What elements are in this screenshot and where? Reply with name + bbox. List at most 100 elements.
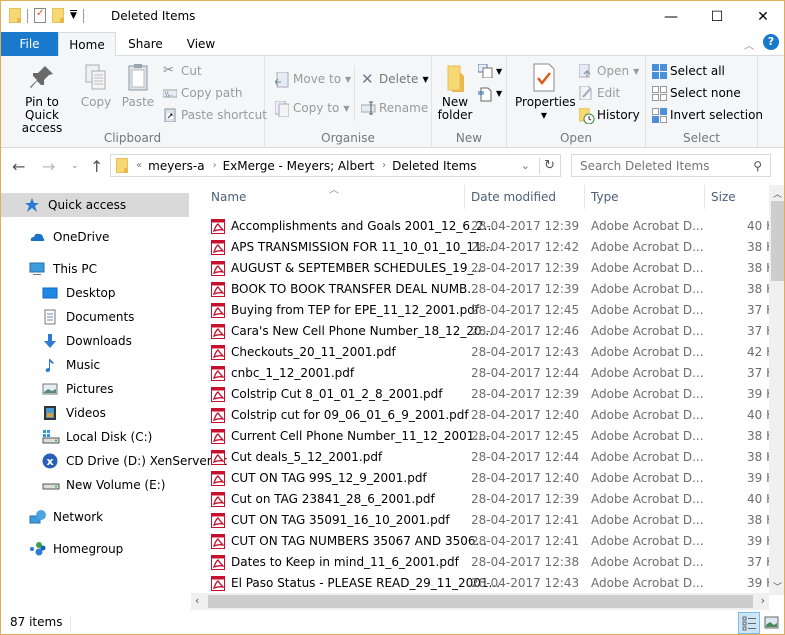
file-row[interactable]: Accomplishments and Goals 2001_12_6_2...… bbox=[191, 216, 774, 237]
column-header-size[interactable]: Size bbox=[711, 190, 736, 204]
column-separator[interactable] bbox=[464, 185, 465, 209]
back-arrow-icon[interactable]: ← bbox=[12, 157, 25, 176]
details-view-button[interactable] bbox=[738, 612, 760, 634]
scroll-down-arrow-icon[interactable]: ﹀ bbox=[773, 580, 782, 593]
refresh-icon[interactable]: ↻ bbox=[544, 158, 555, 173]
select-none-button[interactable]: Select none bbox=[652, 84, 741, 102]
file-row[interactable]: cnbc_1_12_2001.pdf 28-04-2017 12:44 Adobe … bbox=[191, 363, 774, 384]
minimize-button[interactable]: — bbox=[648, 1, 694, 32]
properties-dropdown-icon[interactable]: ▼ bbox=[515, 109, 573, 122]
paste-shortcut-button[interactable]: Paste shortcut bbox=[163, 106, 267, 124]
horizontal-scrollbar[interactable]: ‹ › bbox=[191, 593, 769, 610]
sidebar-item-documents[interactable]: Documents bbox=[1, 305, 191, 329]
copy-path-button[interactable]: \\.. Copy path bbox=[162, 84, 243, 102]
sidebar-item-videos[interactable]: Videos bbox=[1, 401, 191, 425]
file-row[interactable]: Checkouts_20_11_2001.pdf 28-04-2017 12:43… bbox=[191, 342, 774, 363]
invert-selection-button[interactable]: Invert selection bbox=[652, 106, 763, 124]
history-button[interactable]: History bbox=[578, 106, 640, 125]
edit-button[interactable]: Edit bbox=[579, 84, 620, 102]
sidebar-item-local-disk-c[interactable]: Local Disk (C:) bbox=[1, 425, 191, 449]
new-folder-button[interactable]: New folder bbox=[436, 62, 474, 122]
move-to-button[interactable]: Move to ▼ bbox=[274, 70, 351, 88]
file-row[interactable]: Cut on TAG 23841_28_6_2001.pdf 28-04-2017… bbox=[191, 489, 774, 510]
maximize-button[interactable]: ☐ bbox=[694, 1, 740, 32]
sidebar-item-cd-drive-d-xenserver-tc[interactable]: x CD Drive (D:) XenServer Tc bbox=[1, 449, 227, 473]
copy-to-button[interactable]: Copy to ▼ bbox=[274, 99, 349, 118]
scroll-right-arrow-icon[interactable]: › bbox=[761, 594, 765, 607]
sidebar-item-new-volume-e[interactable]: New Volume (E:) bbox=[1, 473, 191, 497]
file-row[interactable]: CUT ON TAG 99S_12_9_2001.pdf 28-04-2017 1… bbox=[191, 468, 774, 489]
search-input[interactable] bbox=[580, 158, 750, 173]
help-icon[interactable]: ? bbox=[763, 34, 779, 50]
file-row[interactable]: Buying from TEP for EPE_11_12_2001.pdf 28… bbox=[191, 300, 774, 321]
tab-view[interactable]: View bbox=[177, 32, 225, 56]
scroll-left-arrow-icon[interactable]: ‹ bbox=[195, 594, 199, 607]
properties-button[interactable]: Properties ▼ bbox=[515, 62, 576, 122]
file-row[interactable]: CUT ON TAG 35091_16_10_2001.pdf 28-04-201… bbox=[191, 510, 774, 531]
tab-home[interactable]: Home bbox=[58, 32, 116, 57]
paste-button[interactable]: Paste bbox=[119, 62, 157, 109]
file-row[interactable]: Colstrip cut for 09_06_01_6_9_2001.pdf 28… bbox=[191, 405, 774, 426]
file-row[interactable]: Colstrip Cut 8_01_01_2_8_2001.pdf 28-04-2… bbox=[191, 384, 774, 405]
breadcrumb-exmerge[interactable]: ExMerge - Meyers; Albert bbox=[223, 159, 375, 173]
sidebar-item-homegroup[interactable]: Homegroup bbox=[1, 537, 191, 561]
easy-access-button[interactable]: ▼ bbox=[478, 84, 502, 102]
file-row[interactable]: Cara's New Cell Phone Number_18_12_20...… bbox=[191, 321, 774, 342]
sidebar-item-downloads[interactable]: Downloads bbox=[1, 329, 191, 353]
sidebar-item-quick-access[interactable]: Quick access bbox=[1, 193, 189, 217]
customize-toolbar-dropdown-icon[interactable]: ▼ bbox=[70, 10, 77, 21]
delete-button[interactable]: ✕ Delete ▼ bbox=[361, 70, 429, 88]
forward-arrow-icon[interactable]: → bbox=[42, 157, 55, 176]
breadcrumb-overflow[interactable]: « bbox=[136, 160, 142, 171]
copy-button[interactable]: Copy bbox=[79, 62, 113, 109]
column-header-name[interactable]: Name bbox=[211, 190, 246, 204]
column-header-type[interactable]: Type bbox=[591, 190, 619, 204]
up-arrow-icon[interactable]: ↑ bbox=[90, 157, 103, 176]
file-row[interactable]: AUGUST & SEPTEMBER SCHEDULES_19_... 28-04… bbox=[191, 258, 774, 279]
search-box[interactable]: ⚲ bbox=[571, 154, 771, 177]
breadcrumb-separator-icon[interactable]: › bbox=[213, 160, 217, 171]
sidebar-item-this-pc[interactable]: This PC bbox=[1, 257, 191, 281]
file-row[interactable]: Current Cell Phone Number_11_12_2001....… bbox=[191, 426, 774, 447]
new-item-button[interactable]: ▼ bbox=[477, 62, 502, 80]
file-row[interactable]: El Paso Status - PLEASE READ_29_11_2001.… bbox=[191, 573, 774, 594]
breadcrumb-deleted-items[interactable]: Deleted Items bbox=[392, 159, 476, 173]
open-button[interactable]: Open ▼ bbox=[578, 62, 639, 80]
sidebar-item-music[interactable]: Music bbox=[1, 353, 191, 377]
pin-to-quick-access-button[interactable]: Pin to Quick access bbox=[7, 62, 77, 135]
breadcrumb-meyers-a[interactable]: meyers-a bbox=[148, 159, 204, 173]
vertical-scrollbar[interactable]: ︿ ﹀ bbox=[769, 185, 784, 595]
search-icon[interactable]: ⚲ bbox=[753, 159, 762, 173]
file-date-modified: 28-04-2017 12:41 bbox=[471, 513, 580, 527]
tab-file[interactable]: File bbox=[1, 32, 58, 56]
select-all-button[interactable]: Select all bbox=[652, 62, 725, 80]
file-row[interactable]: BOOK TO BOOK TRANSFER DEAL NUMB... 28-04-… bbox=[191, 279, 774, 300]
sidebar-item-onedrive[interactable]: OneDrive bbox=[1, 225, 191, 249]
column-separator[interactable] bbox=[704, 185, 705, 209]
cut-button[interactable]: ✂ Cut bbox=[163, 62, 202, 80]
file-row[interactable]: Dates to Keep in mind_11_6_2001.pdf 28-04… bbox=[191, 552, 774, 573]
minimize-ribbon-chevron-icon[interactable]: ︿ bbox=[744, 37, 754, 52]
address-dropdown-chevron-icon[interactable]: ⌄ bbox=[521, 159, 530, 172]
sidebar-item-network[interactable]: Network bbox=[1, 505, 191, 529]
scroll-up-arrow-icon[interactable]: ︿ bbox=[773, 187, 782, 200]
sidebar-item-pictures[interactable]: Pictures bbox=[1, 377, 191, 401]
column-separator[interactable] bbox=[584, 185, 585, 209]
file-row[interactable]: Cut deals_5_12_2001.pdf 28-04-2017 12:44 A… bbox=[191, 447, 774, 468]
file-row[interactable]: APS TRANSMISSION FOR 11_10_01_10_11... 28… bbox=[191, 237, 774, 258]
new-folder-icon[interactable] bbox=[52, 8, 64, 23]
cloud-icon bbox=[29, 229, 47, 245]
sidebar-item-desktop[interactable]: Desktop bbox=[1, 281, 191, 305]
horizontal-scroll-thumb[interactable] bbox=[208, 595, 753, 608]
large-icons-view-button[interactable] bbox=[763, 614, 781, 632]
tab-share[interactable]: Share bbox=[122, 32, 169, 56]
properties-icon[interactable] bbox=[34, 8, 46, 23]
file-row[interactable]: CUT ON TAG NUMBERS 35067 AND 3506... 28-0… bbox=[191, 531, 774, 552]
address-bar[interactable]: « meyers-a › ExMerge - Meyers; Albert › … bbox=[110, 154, 561, 177]
close-button[interactable]: ✕ bbox=[740, 1, 784, 32]
rename-button[interactable]: Rename bbox=[360, 99, 428, 117]
column-header-date-modified[interactable]: Date modified bbox=[471, 190, 556, 204]
breadcrumb-separator-icon[interactable]: › bbox=[382, 160, 386, 171]
vertical-scroll-thumb[interactable] bbox=[771, 201, 784, 281]
recent-locations-chevron-icon[interactable]: ⌄ bbox=[71, 161, 79, 171]
